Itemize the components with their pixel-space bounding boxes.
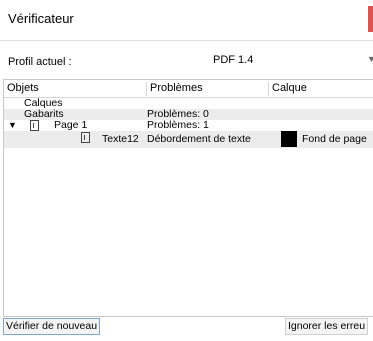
- check-again-label: Vérifier de nouveau: [6, 320, 98, 332]
- table-header: Objets Problèmes Calque: [4, 80, 373, 98]
- row-problems: Débordement de texte: [147, 133, 251, 145]
- preflight-verifier-window: Vérificateur Profil actuel : PDF 1.4 ▼ O…: [0, 0, 373, 341]
- page-icon: [30, 120, 39, 131]
- ignore-errors-button[interactable]: Ignorer les erreu: [285, 318, 369, 335]
- profile-select[interactable]: PDF 1.4 ▼: [208, 50, 373, 72]
- column-header-layer[interactable]: Calque: [268, 82, 373, 96]
- column-header-problems[interactable]: Problèmes: [146, 82, 268, 96]
- row-layer: Fond de page: [302, 133, 367, 145]
- text-frame-icon: [81, 132, 90, 143]
- profile-value: PDF 1.4: [213, 54, 254, 66]
- row-problems: Problèmes: 1: [147, 119, 209, 131]
- row-object: Page 1: [54, 119, 88, 131]
- column-header-objects[interactable]: Objets: [4, 82, 145, 96]
- table-row[interactable]: Texte12 Débordement de texte Fond de pag…: [4, 131, 373, 148]
- check-again-button[interactable]: Vérifier de nouveau: [3, 318, 101, 335]
- window-title: Vérificateur: [8, 11, 74, 26]
- title-separator: [0, 40, 373, 41]
- chevron-down-icon: ▼: [367, 54, 373, 64]
- profile-label: Profil actuel :: [8, 56, 72, 68]
- issues-table: Objets Problèmes Calque Calques Gabarits…: [3, 79, 373, 317]
- ignore-errors-label: Ignorer les erreu: [288, 320, 366, 332]
- layer-color-swatch: [281, 131, 297, 147]
- close-icon[interactable]: [368, 6, 373, 32]
- table-row[interactable]: ▼ Page 1 Problèmes: 1: [4, 120, 373, 131]
- expand-triangle-icon[interactable]: ▼: [8, 120, 17, 131]
- row-object: Texte12: [102, 133, 139, 145]
